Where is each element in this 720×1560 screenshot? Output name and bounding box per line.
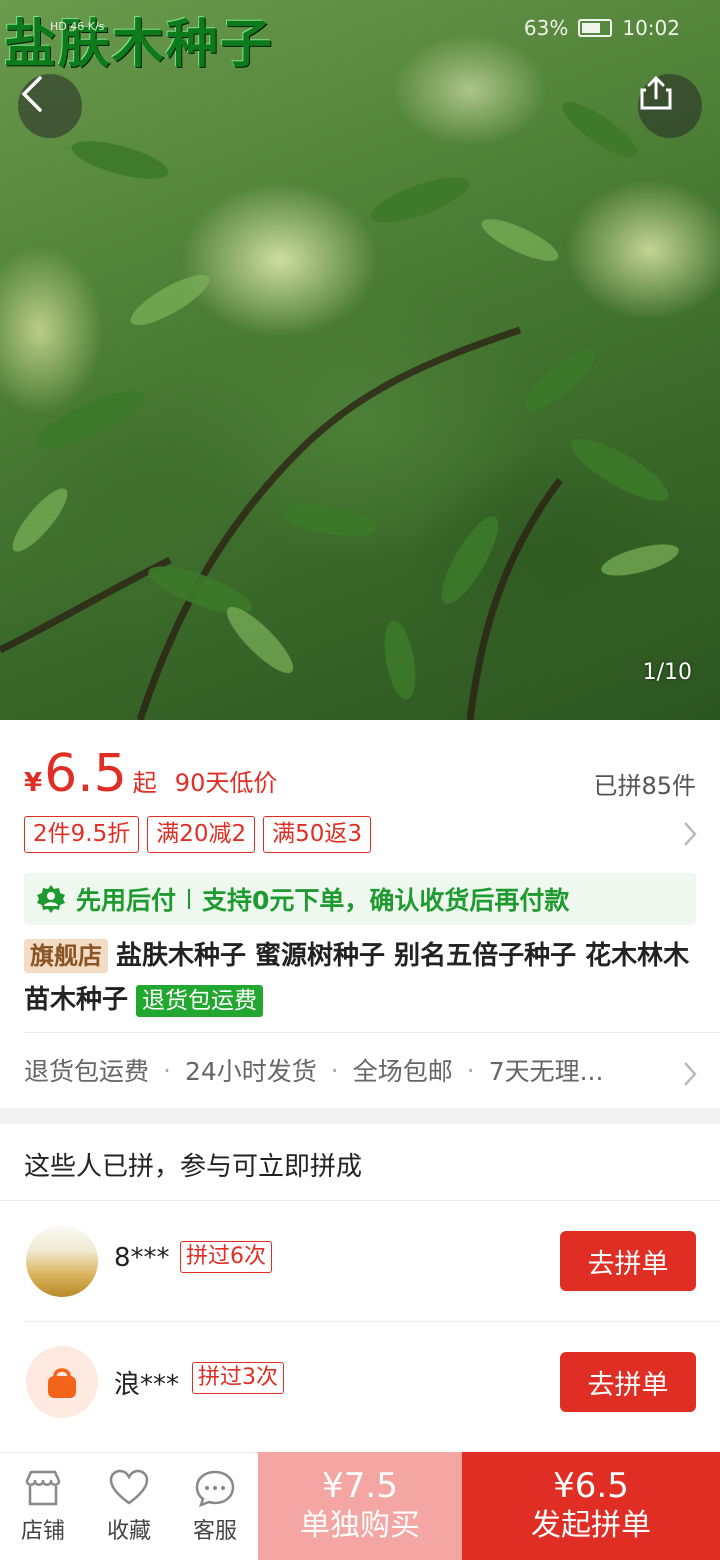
price-suffix: 起 (132, 769, 157, 797)
start-group-button[interactable]: ¥6.5 发起拼单 (462, 1452, 720, 1560)
service-item: 退货包运费 (24, 1057, 150, 1086)
group-heading: 这些人已拼，参与可立即拼成 (24, 1152, 363, 1182)
battery-icon (578, 19, 613, 37)
avatar (26, 1346, 98, 1418)
return-shipping-badge: 退货包运费 (136, 985, 264, 1017)
foliage-illustration (0, 102, 679, 720)
customer-service-button[interactable]: 客服 (172, 1453, 258, 1560)
chevron-right-icon[interactable] (682, 1060, 698, 1088)
clock: 10:02 (622, 16, 680, 40)
coupon-list[interactable]: 2件9.5折 满20减2 满50返3 (24, 816, 372, 853)
service-label: 客服 (192, 1519, 237, 1544)
service-item: 全场包邮 (352, 1057, 453, 1086)
back-button[interactable] (18, 74, 82, 138)
user-name: 8*** (114, 1243, 170, 1273)
service-list[interactable]: 退货包运费 · 24小时发货 · 全场包邮 · 7天无理... (24, 1052, 674, 1088)
product-title-text: 盐肤木种子 蜜源树种子 别名五倍子种子 花木林木苗木种子 (24, 941, 690, 1015)
network-indicator: HD 46 K/s (50, 20, 105, 33)
join-group-button[interactable]: 去拼单 (560, 1352, 696, 1412)
battery-percent: 63% (523, 16, 569, 40)
product-image-carousel[interactable]: 盐肤木种子 HD 46 K/s 63% 10:02 1/10 (0, 0, 720, 720)
favorite-button[interactable]: 收藏 (86, 1453, 172, 1560)
price-row: ¥ 6.5 起 90天低价 (24, 748, 277, 800)
group-count-tag: 拼过3次 (192, 1362, 284, 1394)
group-buy-section: 这些人已拼，参与可立即拼成 8*** 拼过6次 去拼单 浪*** 拼过3次 去拼… (0, 1124, 720, 1454)
pay-later-label: 先用后付 (76, 886, 177, 915)
price-amount: 6.5 (44, 744, 127, 804)
user-name: 浪*** (114, 1370, 180, 1400)
product-info-section: ¥ 6.5 起 90天低价 已拼85件 2件9.5折 满20减2 满50返3 先… (0, 720, 720, 1108)
chat-icon (195, 1470, 235, 1507)
status-bar: 盐肤木种子 HD 46 K/s 63% 10:02 (0, 0, 720, 75)
status-right: 63% 10:02 (524, 16, 680, 40)
coupon-tag[interactable]: 满20减2 (147, 816, 256, 853)
pay-later-desc: 支持0元下单，确认收货后再付款 (202, 886, 570, 915)
group-label: 发起拼单 (531, 1508, 651, 1543)
pay-later-icon (37, 885, 65, 913)
store-icon (25, 1470, 61, 1506)
group-row: 8*** 拼过6次 去拼单 (0, 1201, 720, 1321)
single-price: ¥7.5 (322, 1466, 398, 1506)
bottom-icon-group: 店铺 收藏 客服 (0, 1452, 258, 1560)
low-price-tag: 90天低价 (174, 769, 278, 797)
chevron-right-icon[interactable] (682, 820, 698, 848)
product-title: 旗舰店 盐肤木种子 蜜源树种子 别名五倍子种子 花木林木苗木种子 退货包运费 (24, 934, 696, 1022)
service-item: 24小时发货 (184, 1057, 317, 1086)
sold-count: 已拼85件 (593, 772, 696, 800)
coupon-tag[interactable]: 2件9.5折 (24, 816, 140, 853)
coupon-tag[interactable]: 满50返3 (263, 816, 372, 853)
store-button[interactable]: 店铺 (0, 1453, 86, 1560)
heart-icon (109, 1469, 149, 1505)
share-icon (640, 75, 672, 110)
group-row: 浪*** 拼过3次 去拼单 (0, 1322, 720, 1442)
shopping-bag-icon (48, 1368, 76, 1398)
share-button[interactable] (638, 74, 702, 138)
group-price: ¥6.5 (553, 1466, 629, 1506)
separator-dot: · (330, 1055, 339, 1085)
join-group-button[interactable]: 去拼单 (560, 1231, 696, 1291)
group-count-tag: 拼过6次 (180, 1241, 272, 1273)
watermark-title: 盐肤木种子 (4, 15, 275, 75)
chevron-left-icon (21, 76, 42, 112)
store-label: 店铺 (20, 1519, 65, 1544)
currency-symbol: ¥ (24, 768, 43, 798)
divider (188, 889, 191, 909)
buy-single-button[interactable]: ¥7.5 单独购买 (258, 1452, 462, 1560)
image-counter: 1/10 (642, 660, 692, 685)
pay-later-banner[interactable]: 先用后付 支持0元下单，确认收货后再付款 (24, 873, 696, 925)
separator-dot: · (466, 1055, 475, 1085)
service-item: 7天无理... (488, 1057, 604, 1086)
single-label: 单独购买 (300, 1508, 420, 1543)
separator-dot: · (163, 1055, 171, 1085)
bottom-action-bar: 店铺 收藏 客服 ¥7.5 单独购买 ¥6.5 发起拼单 (0, 1452, 720, 1560)
favorite-label: 收藏 (106, 1519, 151, 1544)
divider (24, 1032, 720, 1033)
store-badge: 旗舰店 (24, 939, 108, 973)
avatar (26, 1225, 98, 1297)
product-page: 盐肤木种子 HD 46 K/s 63% 10:02 1/10 ¥ 6.5 起 9… (0, 0, 720, 1560)
